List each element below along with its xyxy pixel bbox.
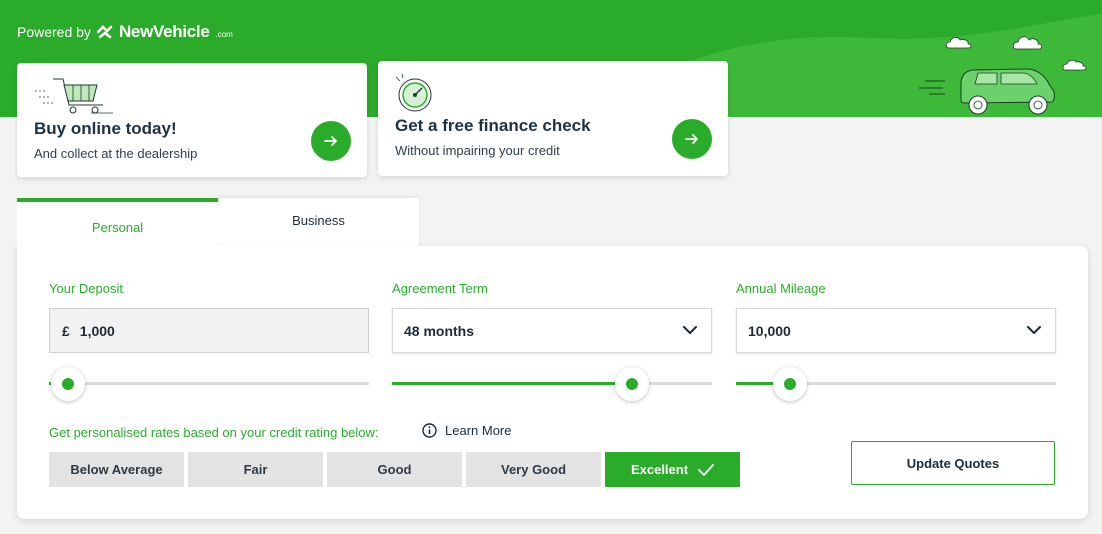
slider-fill [392,382,632,385]
arrow-right-button[interactable] [311,121,351,161]
rating-very-good-button[interactable]: Very Good [466,452,601,487]
term-select[interactable]: 48 months [392,308,712,353]
term-slider[interactable] [392,367,712,401]
car-illustration-icon [919,68,1055,115]
cloud-icon [1062,59,1087,71]
rating-below-average-button[interactable]: Below Average [49,452,184,487]
learn-more-link[interactable]: Learn More [422,423,511,438]
arrow-right-icon [324,136,337,146]
promo-card-finance-check[interactable]: Get a free finance check Without impairi… [378,61,728,176]
slider-handle[interactable] [51,367,86,401]
finance-panel: Your Deposit Agreement Term Annual Milea… [17,246,1088,519]
arrow-right-icon [685,134,698,144]
promo-subtitle: And collect at the dealership [34,146,198,161]
currency-symbol: £ [62,322,70,339]
credit-rating-prompt: Get personalised rates based on your cre… [49,425,379,440]
rating-excellent-button[interactable]: Excellent [605,452,740,487]
slider-track [49,382,369,385]
deposit-input[interactable]: £ 1,000 [49,308,369,353]
mileage-select[interactable]: 10,000 [736,308,1056,353]
rating-good-button[interactable]: Good [327,452,462,487]
deposit-value: 1,000 [79,322,115,339]
brand: Powered by NewVehicle .com [17,22,233,42]
slider-handle[interactable] [615,367,649,401]
deposit-slider[interactable] [49,367,369,401]
credit-rating-options: Below Average Fair Good Very Good Excell… [49,452,740,487]
rating-excellent-label: Excellent [630,462,689,477]
promo-subtitle: Without impairing your credit [395,143,560,158]
update-quotes-button[interactable]: Update Quotes [851,441,1055,485]
tab-personal[interactable]: Personal [17,198,218,248]
speedometer-icon [395,73,432,112]
mileage-label: Annual Mileage [736,281,826,296]
arrow-right-button[interactable] [672,119,712,159]
rating-fair-button[interactable]: Fair [188,452,323,487]
cloud-icon [945,37,972,49]
learn-more-label: Learn More [445,423,512,438]
term-value: 48 months [404,322,475,339]
info-icon [422,423,437,438]
powered-by-label: Powered by [17,24,91,40]
promo-title: Buy online today! [34,119,177,138]
tab-business[interactable]: Business [218,198,419,246]
logo-suffix: .com [215,29,233,39]
checkmark-icon [698,463,714,476]
shopping-cart-icon [35,78,113,114]
cloud-icon [1012,36,1043,50]
promo-card-buy-online[interactable]: Buy online today! And collect at the dea… [17,63,367,177]
term-label: Agreement Term [392,281,488,296]
slider-handle[interactable] [773,367,808,401]
logo-text: NewVehicle [118,22,210,41]
chevron-down-icon [1027,326,1041,334]
chevron-down-icon [683,326,697,334]
promo-title: Get a free finance check [395,116,591,135]
mileage-slider[interactable] [736,367,1056,401]
mileage-value: 10,000 [748,322,791,339]
deposit-label: Your Deposit [49,281,123,296]
newvehicle-logo-icon [96,25,113,39]
